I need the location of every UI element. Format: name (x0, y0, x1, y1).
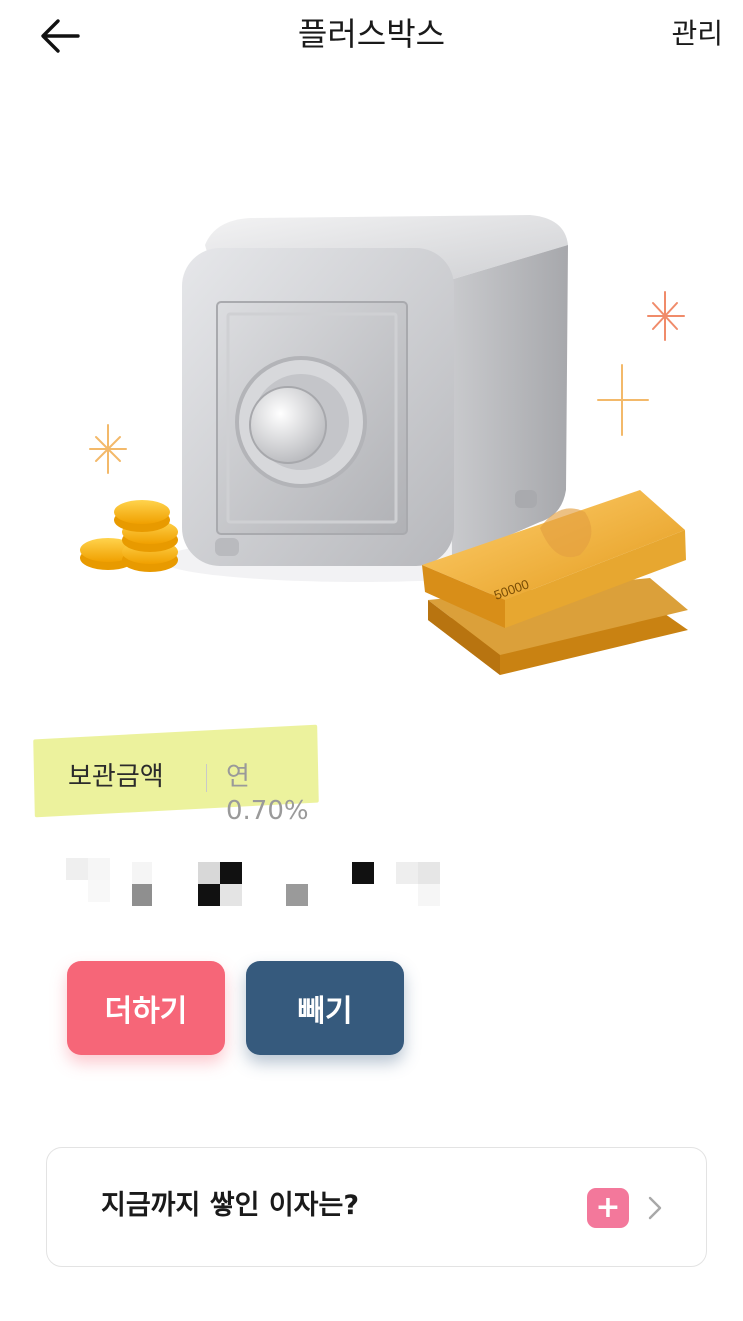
balance-label-row: 보관금액 연 0.70% (30, 724, 330, 826)
label-divider (206, 764, 207, 792)
safe-illustration: 50000 (0, 160, 743, 720)
manage-button[interactable]: 관리 (671, 12, 723, 56)
interest-question: 지금까지 쌓인 이자는? (101, 1190, 360, 1221)
chevron-right-icon (648, 1196, 662, 1220)
withdraw-money-button[interactable]: 빼기 (246, 961, 404, 1055)
balance-label: 보관금액 (68, 762, 164, 792)
plus-icon: + (587, 1188, 629, 1228)
safe-illustration-graphic: 50000 (80, 215, 688, 675)
add-money-button[interactable]: 더하기 (67, 961, 225, 1055)
balance-amount-redacted (66, 858, 446, 908)
interest-rate: 연 0.70% (226, 762, 309, 826)
page-title: 플러스박스 (297, 15, 446, 53)
accumulated-interest-card[interactable]: 지금까지 쌓인 이자는? + (46, 1147, 707, 1267)
top-bar: 플러스박스 관리 (0, 0, 743, 72)
